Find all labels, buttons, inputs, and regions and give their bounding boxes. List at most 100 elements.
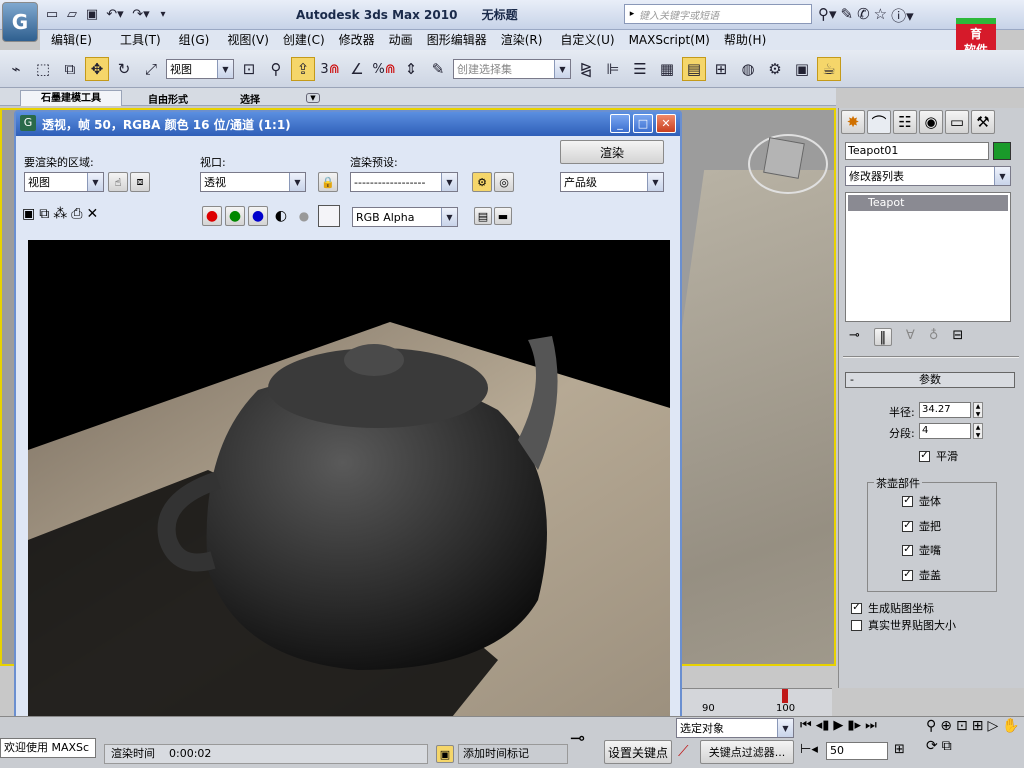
communication-icon[interactable]: ✆: [857, 5, 870, 26]
select-scale-icon[interactable]: ⤢: [139, 57, 163, 81]
ribbon-options-icon[interactable]: ▼: [306, 93, 320, 103]
maximize-viewport-icon[interactable]: ⧉: [942, 738, 952, 754]
maxscript-listener[interactable]: 欢迎使用 MAXSc: [0, 738, 96, 758]
modify-tab-icon[interactable]: ⌒: [867, 110, 891, 134]
time-tag-icon[interactable]: ▣: [436, 745, 454, 763]
snap-toggle-icon[interactable]: 3 ⋒: [318, 57, 342, 81]
app-menu-button[interactable]: G: [2, 2, 38, 42]
render-setup-icon[interactable]: ⚙: [472, 172, 492, 192]
smooth-option[interactable]: ✓ 平滑: [919, 448, 958, 464]
object-name-field[interactable]: Teapot01: [845, 142, 989, 160]
orbit-icon[interactable]: ⟳: [926, 738, 938, 754]
next-frame-icon[interactable]: ▮▸: [847, 718, 861, 733]
part-handle-checkbox[interactable]: ✓: [902, 520, 913, 532]
help-icon[interactable]: ⓘ▾: [891, 5, 914, 26]
named-selection-set[interactable]: 创建选择集 ▼: [453, 59, 571, 79]
prev-frame-icon[interactable]: ◂▮: [816, 718, 830, 733]
select-region-icon[interactable]: ⬚: [31, 57, 55, 81]
remove-modifier-icon[interactable]: ♁: [929, 328, 939, 346]
toggle-overlay-icon[interactable]: ▬: [494, 207, 512, 225]
pivot-center-icon[interactable]: ⊡: [237, 57, 261, 81]
gen-mapping-option[interactable]: ✓ 生成贴图坐标: [851, 600, 934, 616]
clone-window-icon[interactable]: ⁂: [53, 206, 67, 222]
part-spout-checkbox[interactable]: ✓: [902, 544, 913, 556]
auto-region-icon[interactable]: ⧈: [130, 172, 150, 192]
graphite-toggle-icon[interactable]: ▦: [655, 57, 679, 81]
align-icon[interactable]: ⊫: [601, 57, 625, 81]
ribbon-tab-selection[interactable]: 选择: [240, 91, 260, 106]
timeline-track[interactable]: 90 100: [682, 688, 832, 716]
key-filters-button[interactable]: 关键点过滤器...: [700, 740, 794, 764]
curve-editor-icon[interactable]: ▤: [682, 57, 706, 81]
menu-graph-editors[interactable]: 图形编辑器: [420, 30, 494, 50]
spinner-snap-icon[interactable]: ⇕: [399, 57, 423, 81]
rendered-frame-icon[interactable]: ▣: [790, 57, 814, 81]
set-key-button[interactable]: 设置关键点: [604, 740, 672, 764]
pin-stack-icon[interactable]: ⊸: [849, 328, 860, 346]
alpha-channel-icon[interactable]: ◐: [271, 208, 291, 224]
segments-input[interactable]: 4: [919, 423, 971, 439]
real-world-option[interactable]: 真实世界贴图大小: [851, 617, 956, 633]
material-editor-icon[interactable]: ◍: [736, 57, 760, 81]
key-mode-icon[interactable]: ⟋: [678, 742, 689, 760]
pan-icon[interactable]: ✋: [1002, 718, 1019, 734]
undo-icon[interactable]: ↶▾: [104, 6, 126, 22]
viewcube-box[interactable]: [763, 137, 805, 179]
render-quality-select[interactable]: 产品级 ▼: [560, 172, 664, 192]
keyboard-shortcut-icon[interactable]: ⇪: [291, 57, 315, 81]
menu-animation[interactable]: 动画: [382, 30, 420, 50]
time-slider-marker[interactable]: [782, 689, 788, 703]
zoom-extents-icon[interactable]: ⊡: [956, 718, 968, 734]
radius-spinner[interactable]: ▲ ▼: [973, 402, 983, 418]
menu-edit[interactable]: 编辑(E): [44, 30, 99, 50]
maximize-icon[interactable]: □: [633, 114, 653, 133]
zoom-all-icon[interactable]: ⊕: [940, 718, 952, 734]
manipulate-icon[interactable]: ⚲: [264, 57, 288, 81]
customize-dropdown-icon[interactable]: ▾: [156, 6, 170, 22]
channel-display-select[interactable]: RGB Alpha ▼: [352, 207, 458, 227]
motion-tab-icon[interactable]: ◉: [919, 110, 943, 134]
time-config-icon[interactable]: ⊞: [894, 742, 905, 757]
parameters-rollout-header[interactable]: - 参数: [845, 372, 1015, 388]
reference-coordinate-select[interactable]: 视图 ▼: [166, 59, 234, 79]
field-of-view-icon[interactable]: ▷: [987, 718, 998, 734]
edit-named-selection-icon[interactable]: ✎: [426, 57, 450, 81]
object-color-swatch[interactable]: [993, 142, 1011, 160]
viewport-select[interactable]: 透视 ▼: [200, 172, 306, 192]
create-tab-icon[interactable]: ✸: [841, 110, 865, 134]
menu-group[interactable]: 组(G): [172, 30, 217, 50]
real-world-checkbox[interactable]: [851, 619, 862, 631]
goto-end-icon[interactable]: ⏭: [865, 718, 877, 733]
ribbon-tab-graphite[interactable]: 石墨建模工具: [20, 90, 122, 106]
blue-channel-icon[interactable]: ●: [248, 206, 268, 226]
part-handle-option[interactable]: ✓ 壶把: [902, 518, 941, 534]
layer-manager-icon[interactable]: ☰: [628, 57, 652, 81]
percent-snap-icon[interactable]: % ⋒: [372, 57, 396, 81]
play-icon[interactable]: ▶: [833, 718, 843, 733]
menu-views[interactable]: 视图(V): [220, 30, 276, 50]
link-icon[interactable]: ⌁: [4, 57, 28, 81]
menu-customize[interactable]: 自定义(U): [553, 30, 621, 50]
render-setup-icon[interactable]: ⚙: [763, 57, 787, 81]
part-body-checkbox[interactable]: ✓: [902, 495, 913, 507]
part-lid-checkbox[interactable]: ✓: [902, 569, 913, 581]
current-frame-input[interactable]: 50: [826, 742, 888, 760]
part-spout-option[interactable]: ✓ 壶嘴: [902, 542, 941, 558]
menu-modifiers[interactable]: 修改器: [332, 30, 382, 50]
search-input[interactable]: 键入关键字或短语: [639, 7, 719, 22]
color-swatch[interactable]: [318, 205, 340, 227]
smooth-checkbox[interactable]: ✓: [919, 450, 930, 462]
environment-icon[interactable]: ◎: [494, 172, 514, 192]
show-end-result-icon[interactable]: ‖: [873, 328, 892, 346]
new-file-icon[interactable]: ▭: [44, 6, 60, 22]
binoculars-icon[interactable]: ⚲▾: [818, 5, 837, 26]
key-mode-toggle-icon[interactable]: ⊢◂: [800, 742, 818, 757]
configure-sets-icon[interactable]: ⊟: [952, 328, 963, 346]
selection-filter-select[interactable]: 选定对象 ▼: [676, 718, 794, 738]
render-button[interactable]: 渲染: [560, 140, 664, 164]
utilities-tab-icon[interactable]: ⚒: [971, 110, 995, 134]
goto-start-icon[interactable]: ⏮: [800, 718, 812, 733]
zoom-icon[interactable]: ⚲: [926, 718, 936, 734]
part-lid-option[interactable]: ✓ 壶盖: [902, 567, 941, 583]
menu-help[interactable]: 帮助(H): [717, 30, 773, 50]
